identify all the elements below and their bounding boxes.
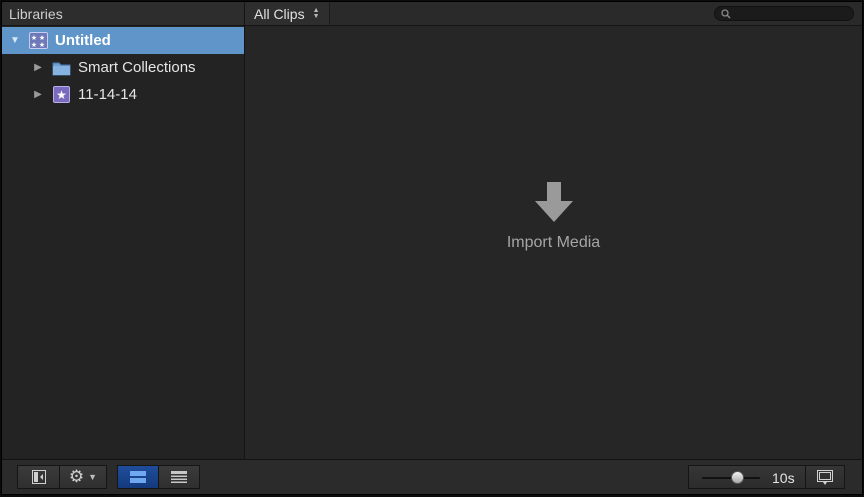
sidebar-header: Libraries [2, 2, 244, 26]
svg-text:★: ★ [31, 41, 37, 49]
svg-text:★: ★ [39, 41, 45, 49]
filmstrip-view-button[interactable] [117, 465, 159, 489]
disclosure-collapsed-icon[interactable]: ▶ [32, 89, 44, 100]
filter-label: All Clips [254, 5, 305, 22]
smart-collections-label: Smart Collections [78, 59, 196, 76]
disclosure-collapsed-icon[interactable]: ▶ [32, 62, 44, 73]
libraries-sidebar: Libraries ▼ ★ ★ ★ ★ Untitled ▶ Smart Col… [2, 2, 245, 459]
updown-arrows-icon: ▲ ▼ [312, 6, 320, 20]
disclosure-expanded-icon[interactable]: ▼ [9, 35, 21, 46]
filmstrip-icon [817, 470, 833, 485]
down-arrow-icon [534, 182, 573, 222]
clip-filter-popup[interactable]: All Clips ▲ ▼ [245, 2, 330, 25]
folder-icon [52, 59, 71, 76]
chevron-down-icon: ▼ [88, 472, 98, 482]
filmstrip-view-icon [130, 471, 146, 483]
event-label: 11-14-14 [78, 86, 137, 103]
clip-zoom-control: 10s [688, 465, 845, 489]
svg-text:★: ★ [56, 88, 67, 102]
library-label: Untitled [55, 32, 111, 49]
zoom-slider-knob[interactable] [730, 471, 744, 484]
library-icon: ★ ★ ★ ★ [29, 32, 48, 49]
toggle-sidebar-button[interactable] [17, 465, 60, 489]
list-view-icon [171, 471, 187, 483]
sidebar-toggle-icon [31, 470, 46, 484]
list-view-button[interactable] [158, 465, 200, 489]
sidebar-title: Libraries [9, 5, 63, 22]
event-star-icon: ★ [52, 86, 71, 103]
browser-pane: All Clips ▲ ▼ Import Media [245, 2, 862, 459]
gear-icon: ⚙ [68, 467, 85, 487]
sidebar-item-smart-collections[interactable]: ▶ Smart Collections [2, 54, 244, 81]
app-window: Libraries ▼ ★ ★ ★ ★ Untitled ▶ Smart Col… [1, 1, 863, 495]
library-item-untitled[interactable]: ▼ ★ ★ ★ ★ Untitled [2, 27, 244, 54]
browser-header: All Clips ▲ ▼ [245, 2, 862, 26]
import-media-label: Import Media [506, 234, 601, 251]
sidebar-item-event[interactable]: ▶ ★ 11-14-14 [2, 81, 244, 108]
zoom-duration-label: 10s [772, 470, 795, 486]
bottom-toolbar: ⚙ ▼ 10s [2, 459, 862, 494]
action-menu-button[interactable]: ⚙ ▼ [59, 465, 107, 489]
import-media-area[interactable]: Import Media [245, 182, 862, 252]
clip-appearance-button[interactable] [805, 465, 844, 489]
search-field[interactable] [714, 6, 854, 21]
search-icon [721, 8, 731, 18]
